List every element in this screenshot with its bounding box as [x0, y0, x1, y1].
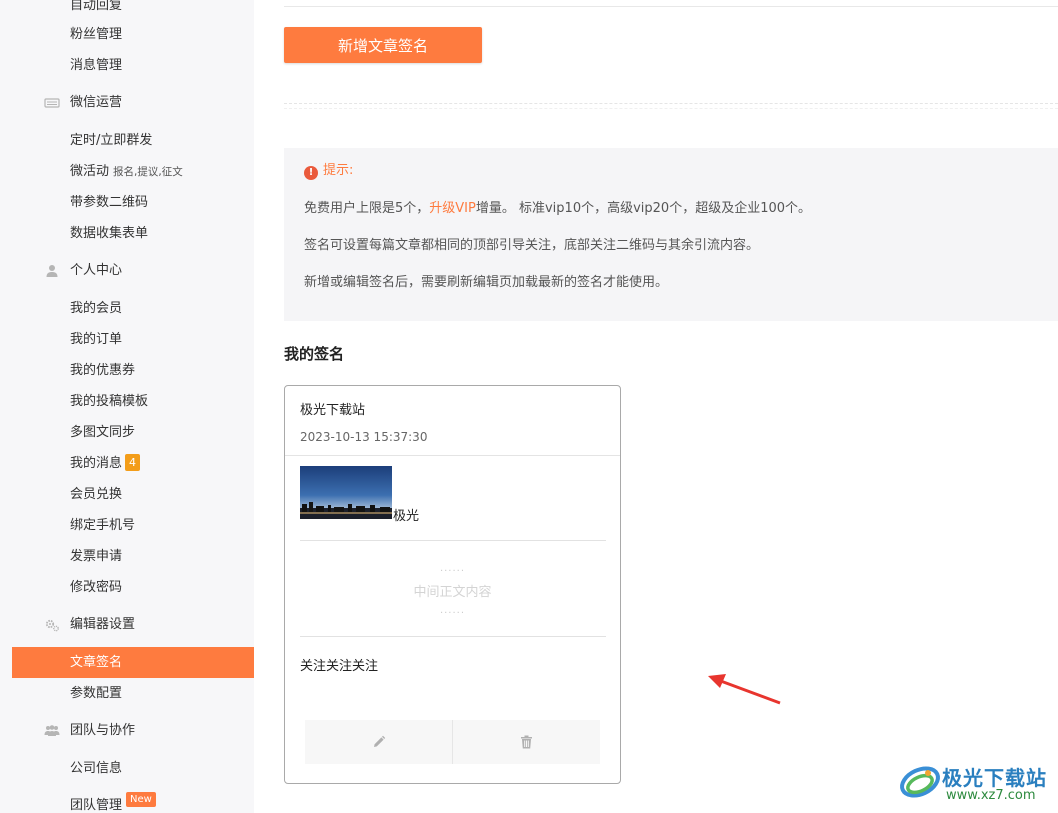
tip-line-usage: 签名可设置每篇文章都相同的顶部引导关注，底部关注二维码与其余引流内容。	[304, 238, 760, 253]
dots-bottom: ......	[439, 605, 466, 616]
sidebar-item-param-qr[interactable]: 带参数二维码	[0, 187, 254, 218]
sidebar-item-data-form[interactable]: 数据收集表单	[0, 218, 254, 249]
sidebar-group-editor-settings[interactable]: 编辑器设置	[0, 609, 254, 640]
sidebar-item-multi-sync[interactable]: 多图文同步	[0, 417, 254, 448]
team-icon	[44, 725, 60, 736]
sidebar-item-team-manage[interactable]: 团队管理 New	[0, 790, 254, 813]
tip-panel: ! 提示: 免费用户上限是5个，升级VIP增量。 标准vip10个，高级vip20…	[284, 148, 1058, 321]
section-title: 我的签名	[284, 345, 345, 363]
sidebar-item-scheduled-send[interactable]: 定时/立即群发	[0, 125, 254, 156]
sidebar-item-bind-phone[interactable]: 绑定手机号	[0, 510, 254, 541]
dashed-divider	[284, 103, 1058, 104]
follow-text: 关注关注关注	[300, 659, 379, 674]
sidebar-item-my-templates[interactable]: 我的投稿模板	[0, 386, 254, 417]
signature-name: 极光下载站	[300, 403, 366, 418]
signature-image	[300, 466, 392, 519]
aurora-logo-icon	[900, 766, 940, 798]
keyboard-icon	[44, 98, 60, 108]
content-divider-top	[300, 540, 606, 541]
annotation-arrow	[708, 674, 781, 705]
upgrade-vip-link[interactable]: 升级VIP	[429, 201, 476, 216]
signature-date: 2023-10-13 15:37:30	[300, 430, 428, 444]
sidebar-item-my-messages[interactable]: 我的消息 4	[0, 448, 254, 479]
signature-card: 极光下载站 2023-10-13 15:37:30 极光 ...... 中间正文…	[284, 385, 621, 784]
sidebar-item-invoice[interactable]: 发票申请	[0, 541, 254, 572]
watermark-url: www.xz7.com	[946, 788, 1036, 803]
sidebar-item-my-orders[interactable]: 我的订单	[0, 324, 254, 355]
card-header-divider	[285, 455, 620, 456]
user-icon	[46, 265, 58, 277]
middle-content-placeholder: 中间正文内容	[413, 585, 492, 600]
message-count-badge: 4	[125, 454, 141, 471]
sidebar-item-micro-activity[interactable]: 微活动 报名,提议,征文	[0, 156, 254, 187]
pencil-icon	[373, 735, 385, 747]
sidebar-item-param-config[interactable]: 参数配置	[0, 678, 254, 709]
micro-activity-aux: 报名,提议,征文	[113, 166, 183, 178]
sidebar-group-team[interactable]: 团队与协作	[0, 715, 254, 746]
dots-top: ......	[439, 563, 466, 574]
image-caption: 极光	[393, 509, 420, 524]
new-badge: New	[126, 792, 156, 807]
delete-button[interactable]	[452, 720, 600, 764]
edit-button[interactable]	[305, 720, 452, 764]
tip-title: ! 提示:	[304, 162, 353, 180]
sidebar-item-my-member[interactable]: 我的会员	[0, 293, 254, 324]
top-divider	[284, 6, 1058, 7]
sidebar-group-personal-center[interactable]: 个人中心	[0, 255, 254, 286]
sidebar-item-change-password[interactable]: 修改密码	[0, 572, 254, 603]
warning-icon: !	[304, 166, 318, 180]
watermark-name: 极光下载站	[942, 766, 1047, 790]
add-signature-button[interactable]: 新增文章签名	[284, 27, 482, 63]
dashed-divider-secondary	[284, 108, 1058, 109]
sidebar-item-auto-reply[interactable]: 自动回复	[0, 0, 254, 21]
sidebar-item-article-signature[interactable]: 文章签名	[12, 647, 254, 678]
sidebar-item-company-info[interactable]: 公司信息	[0, 753, 254, 784]
sidebar-item-fans[interactable]: 粉丝管理	[0, 19, 254, 50]
sidebar-item-messages[interactable]: 消息管理	[0, 50, 254, 81]
tip-line-refresh: 新增或编辑签名后，需要刷新编辑页加载最新的签名才能使用。	[304, 275, 669, 290]
sidebar-item-member-exchange[interactable]: 会员兑换	[0, 479, 254, 510]
sidebar-group-wechat-ops[interactable]: 微信运营	[0, 87, 254, 118]
tip-line-limits: 免费用户上限是5个，升级VIP增量。 标准vip10个，高级vip20个，超级及…	[304, 201, 812, 216]
gears-icon	[45, 619, 59, 632]
content-divider-bottom	[300, 636, 606, 637]
watermark-logo: 极光下载站 www.xz7.com	[898, 758, 1054, 808]
sidebar-item-my-coupons[interactable]: 我的优惠券	[0, 355, 254, 386]
sidebar: 自动回复 粉丝管理 消息管理 微信运营 定时/立即群发 微活动 报名,提议,征文 …	[0, 0, 254, 813]
card-actions	[305, 720, 600, 764]
trash-icon	[521, 735, 532, 749]
